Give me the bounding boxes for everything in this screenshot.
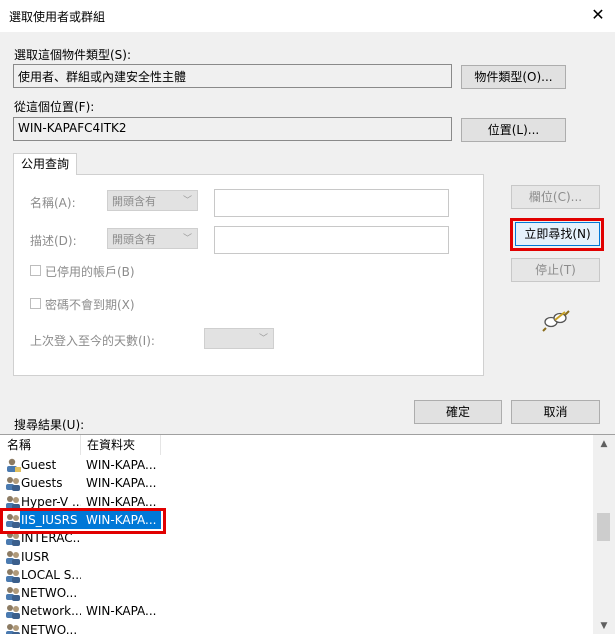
location-label: 從這個位置(F): — [14, 100, 95, 114]
days-since-logon-dropdown[interactable]: ﹀ — [204, 328, 274, 349]
name-input[interactable] — [214, 189, 449, 217]
result-name: NETWO... — [21, 586, 78, 601]
ok-button[interactable]: 確定 — [414, 400, 502, 424]
list-item[interactable]: IUSR — [0, 548, 593, 566]
result-name: LOCAL S... — [21, 567, 81, 582]
close-icon[interactable]: ✕ — [588, 5, 608, 25]
list-item[interactable]: Guests WIN-KAPA... — [0, 474, 593, 492]
cancel-button[interactable]: 取消 — [511, 400, 600, 424]
description-input[interactable] — [214, 226, 449, 254]
location-field: WIN-KAPAFC4ITK2 — [13, 117, 452, 141]
chevron-down-icon: ﹀ — [182, 196, 192, 206]
name-mode-dropdown[interactable]: 開頭含有 ﹀ — [107, 190, 198, 211]
result-name: NETWO... — [21, 622, 78, 634]
object-types-button[interactable]: 物件類型(O)... — [461, 65, 566, 89]
name-mode-value: 開頭含有 — [112, 195, 156, 208]
search-results-label: 搜尋結果(U): — [14, 418, 85, 432]
selection-highlight — [0, 508, 166, 534]
result-name: Guest — [21, 458, 57, 472]
scroll-up-icon[interactable]: ▲ — [597, 439, 611, 449]
result-folder: WIN-KAPA... — [86, 476, 157, 491]
result-name: Network... — [21, 604, 81, 619]
scrollbar-thumb[interactable] — [597, 513, 610, 541]
list-item[interactable]: Network... WIN-KAPA... — [0, 602, 593, 620]
object-types-label: 選取這個物件類型(S): — [14, 48, 132, 62]
disabled-accounts-label: 已停用的帳戶(B) — [45, 265, 135, 279]
list-item[interactable]: NETWO... — [0, 584, 593, 602]
search-results-list[interactable]: 名稱 在資料夾 Guest WIN-KAPA... Guests WIN-KAPA..… — [0, 434, 615, 634]
days-since-logon-label: 上次登入至今的天數(I): — [30, 334, 155, 348]
stop-button[interactable]: 停止(T) — [511, 258, 600, 282]
group-icon — [5, 623, 21, 634]
window-title: 選取使用者或群組 — [9, 10, 106, 24]
disabled-accounts-checkbox[interactable] — [30, 265, 41, 276]
object-types-field: 使用者、群組或內建安全性主體 — [13, 64, 452, 88]
column-header-name[interactable]: 名稱 — [0, 435, 81, 455]
result-folder: WIN-KAPA... — [86, 604, 157, 619]
description-mode-value: 開頭含有 — [112, 233, 156, 246]
list-item[interactable]: NETWO... — [0, 621, 593, 634]
name-label: 名稱(A): — [30, 196, 76, 210]
locations-button[interactable]: 位置(L)... — [461, 118, 566, 142]
columns-button[interactable]: 欄位(C)... — [511, 185, 600, 209]
column-header-folder[interactable]: 在資料夾 — [81, 435, 161, 455]
non-expiring-password-label: 密碼不會到期(X) — [45, 298, 135, 312]
description-mode-dropdown[interactable]: 開頭含有 ﹀ — [107, 228, 198, 249]
search-icon — [541, 308, 571, 332]
tab-common-queries[interactable]: 公用查詢 — [13, 153, 77, 175]
result-name: IUSR — [21, 549, 50, 564]
chevron-down-icon: ﹀ — [258, 334, 268, 344]
non-expiring-password-checkbox[interactable] — [30, 298, 41, 309]
list-item[interactable]: LOCAL S... — [0, 566, 593, 584]
list-item[interactable]: Guest WIN-KAPA... — [0, 456, 593, 474]
result-folder: WIN-KAPA... — [86, 458, 157, 472]
find-now-button[interactable]: 立即尋找(N) — [515, 222, 600, 246]
result-name: Guests — [21, 476, 63, 491]
chevron-down-icon: ﹀ — [182, 234, 192, 244]
description-label: 描述(D): — [30, 234, 77, 248]
scroll-down-icon[interactable]: ▼ — [597, 621, 611, 631]
